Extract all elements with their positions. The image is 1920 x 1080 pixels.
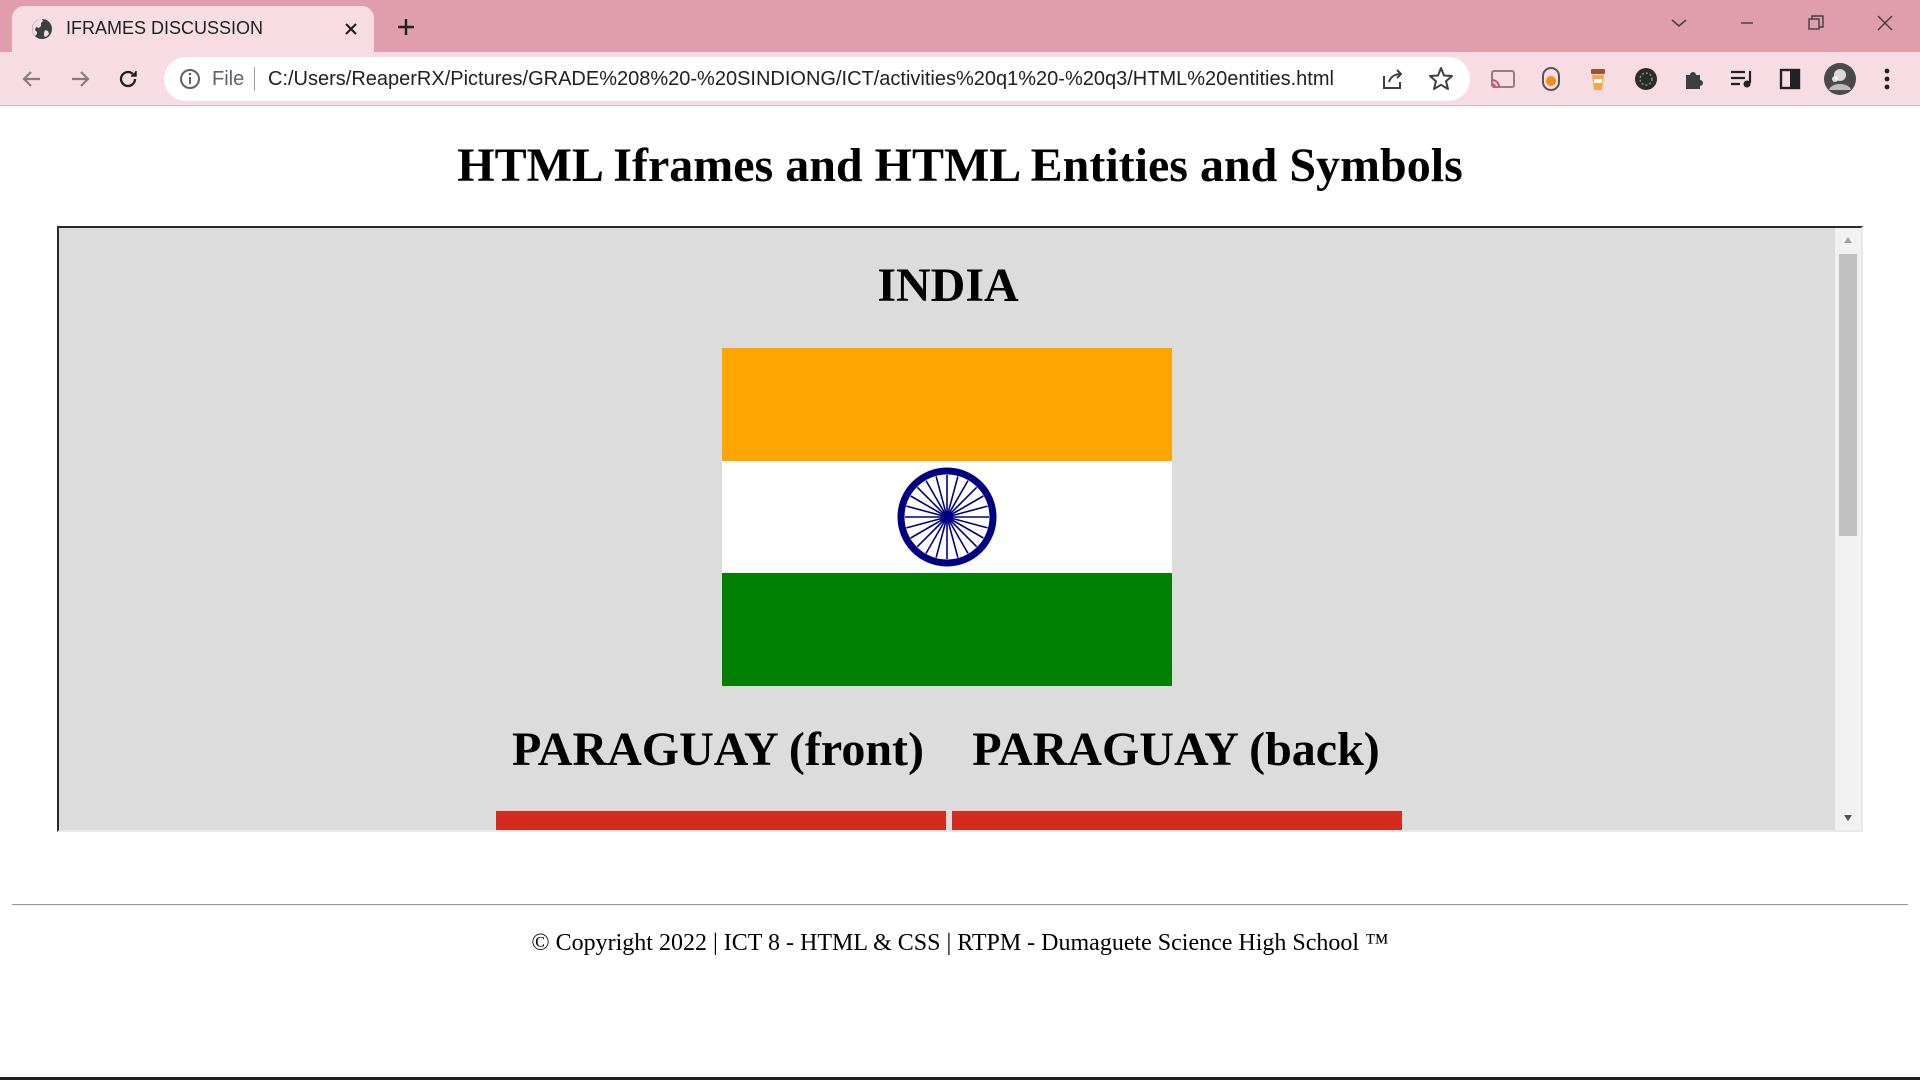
footer-divider <box>12 904 1908 906</box>
iframe-document: INDIA PARAGUAY (front) PARAGUAY (back) <box>59 228 1837 830</box>
bookmark-star-icon[interactable] <box>1427 65 1455 93</box>
flags-iframe[interactable]: INDIA PARAGUAY (front) PARAGUAY (back) <box>57 226 1863 832</box>
extension-orange-icon[interactable] <box>1536 64 1566 94</box>
url-text[interactable]: C:/Users/ReaperRX/Pictures/GRADE%208%20-… <box>268 68 1334 91</box>
paraguay-front-heading: PARAGUAY (front) <box>512 723 924 776</box>
tab-search-chevron-icon[interactable] <box>1659 6 1699 40</box>
india-flag <box>722 348 1172 686</box>
ashoka-chakra-icon <box>897 467 997 567</box>
back-arrow-icon[interactable] <box>13 60 51 98</box>
india-heading: INDIA <box>877 259 1019 312</box>
extension-cup-icon[interactable] <box>1583 64 1613 94</box>
address-divider <box>254 67 255 91</box>
puzzle-icon[interactable] <box>1679 64 1709 94</box>
profile-avatar[interactable] <box>1822 61 1858 97</box>
cast-icon[interactable] <box>1488 64 1518 94</box>
paraguay-flag-back-red-stripe <box>952 811 1402 830</box>
close-window-icon[interactable] <box>1865 6 1905 40</box>
scroll-down-arrow-icon[interactable] <box>1835 806 1861 830</box>
reading-list-icon[interactable] <box>1727 64 1757 94</box>
tab-title: IFRAMES DISCUSSION <box>66 18 264 38</box>
iframe-scrollbar[interactable] <box>1835 228 1861 830</box>
paraguay-back-heading: PARAGUAY (back) <box>972 723 1380 776</box>
scroll-up-arrow-icon[interactable] <box>1835 228 1861 252</box>
browser-titlebar: IFRAMES DISCUSSION <box>0 0 1920 52</box>
tab-close-icon[interactable] <box>337 15 365 43</box>
paraguay-flag-front <box>496 811 946 830</box>
restore-icon[interactable] <box>1796 6 1836 40</box>
page-title: HTML Iframes and HTML Entities and Symbo… <box>457 139 1463 192</box>
paraguay-flag-back <box>952 811 1402 830</box>
forward-arrow-icon[interactable] <box>61 60 99 98</box>
site-info-icon[interactable] <box>178 67 202 91</box>
india-flag-saffron-stripe <box>722 348 1172 461</box>
india-flag-green-stripe <box>722 573 1172 686</box>
paraguay-flag-front-red-stripe <box>496 811 946 830</box>
footer-copyright: © Copyright 2022 | ICT 8 - HTML & CSS | … <box>531 930 1389 956</box>
new-tab-button[interactable] <box>390 11 422 43</box>
minimize-icon[interactable] <box>1727 6 1767 40</box>
globe-icon <box>32 19 52 39</box>
browser-tab[interactable]: IFRAMES DISCUSSION <box>12 6 374 52</box>
address-bar[interactable]: File C:/Users/ReaperRX/Pictures/GRADE%20… <box>164 57 1470 101</box>
extension-dark-icon[interactable] <box>1631 64 1661 94</box>
browser-toolbar: File C:/Users/ReaperRX/Pictures/GRADE%20… <box>0 52 1920 106</box>
side-panel-icon[interactable] <box>1775 64 1805 94</box>
reload-icon[interactable] <box>109 60 147 98</box>
scheme-label: File <box>212 68 245 90</box>
share-icon[interactable] <box>1379 65 1407 93</box>
menu-kebab-icon[interactable] <box>1872 64 1902 94</box>
scrollbar-thumb[interactable] <box>1839 254 1857 536</box>
